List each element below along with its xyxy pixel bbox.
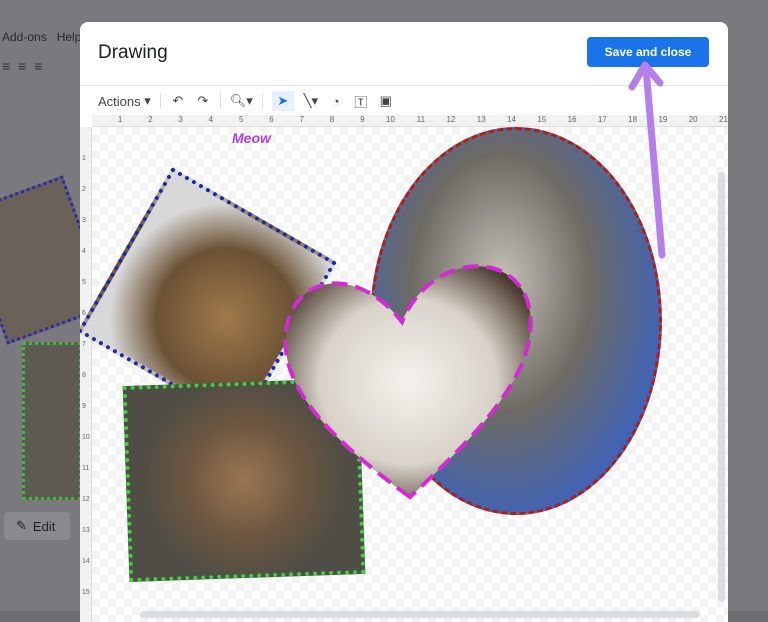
edit-drawing-button[interactable]: ✎ Edit xyxy=(4,512,70,540)
vertical-scrollbar[interactable] xyxy=(718,172,725,602)
background-drawing-shape xyxy=(22,342,82,500)
ruler-tick-label: 2 xyxy=(148,115,153,124)
undo-icon[interactable]: ↶ xyxy=(170,91,186,111)
ruler-tick-label: 8 xyxy=(329,115,335,124)
ruler-tick-label: 14 xyxy=(507,115,516,124)
redo-icon[interactable]: ↷ xyxy=(195,91,211,111)
ruler-tick-label: 7 xyxy=(299,115,304,124)
menu-help[interactable]: Help xyxy=(57,30,82,44)
ruler-tick-label: 7 xyxy=(82,341,86,348)
menu-add-ons[interactable]: Add-ons xyxy=(2,30,47,44)
ruler-tick-label: 17 xyxy=(597,115,607,124)
image-icon[interactable]: ▣ xyxy=(378,91,394,111)
horizontal-scrollbar[interactable] xyxy=(140,611,700,618)
vertical-ruler: 1 2 3 4 5 6 7 8 9 10 11 12 13 14 15 xyxy=(80,127,92,622)
divider xyxy=(219,93,221,109)
ruler-tick-label: 12 xyxy=(446,115,456,124)
line-icon[interactable]: ╲▾ xyxy=(303,91,319,111)
ruler-tick-label: 14 xyxy=(82,558,90,565)
edit-label: Edit xyxy=(32,518,56,534)
ruler-tick-label: 10 xyxy=(385,115,395,124)
background-align-tools: ≡ ≡ ≡ xyxy=(2,58,43,74)
ruler-tick-label: 8 xyxy=(82,372,86,379)
divider xyxy=(159,93,161,109)
ruler-tick-label: 1 xyxy=(82,155,86,162)
ruler-tick-label: 15 xyxy=(82,589,90,596)
ruler-tick-label: 21 xyxy=(719,115,728,124)
ruler-tick-label: 13 xyxy=(476,115,486,124)
background-menu: Add-ons Help xyxy=(2,30,81,44)
dialog-title: Drawing xyxy=(98,42,168,63)
ruler-tick-label: 13 xyxy=(82,527,90,534)
ruler-tick-label: 4 xyxy=(208,115,214,124)
align-left-icon[interactable]: ≡ xyxy=(2,58,10,74)
ruler-tick-label: 9 xyxy=(360,115,365,124)
pencil-icon: ✎ xyxy=(16,518,27,533)
ruler-tick-label: 10 xyxy=(82,434,90,441)
ruler-tick-label: 1 xyxy=(117,115,123,124)
ruler-tick-label: 4 xyxy=(82,248,86,255)
ruler-tick-label: 5 xyxy=(238,115,244,124)
ruler-tick-label: 3 xyxy=(82,217,86,224)
ruler-tick-label: 9 xyxy=(82,403,86,410)
zoom-icon[interactable]: 🔍︎▾ xyxy=(230,91,253,111)
ruler-tick-label: 5 xyxy=(82,279,86,286)
meow-text-box[interactable]: Meow xyxy=(232,130,271,146)
shape-icon[interactable]: ◔ xyxy=(328,91,344,111)
ruler-tick-label: 12 xyxy=(82,496,90,503)
select-icon[interactable]: ➤ xyxy=(271,91,294,111)
textbox-icon[interactable]: 🅃 xyxy=(353,91,369,111)
ruler-tick-label: 16 xyxy=(567,115,577,124)
divider xyxy=(261,93,263,109)
ruler-tick-label: 2 xyxy=(82,186,86,193)
ruler-tick-label: 6 xyxy=(269,115,274,124)
cat-image-heart[interactable] xyxy=(280,242,540,502)
ruler-tick-label: 11 xyxy=(82,465,90,472)
actions-label: Actions xyxy=(98,93,141,109)
ruler-tick-label: 15 xyxy=(537,115,547,124)
ruler-tick-label: 3 xyxy=(178,115,183,124)
ruler-tick-label: 11 xyxy=(416,115,426,124)
annotation-arrow-icon xyxy=(628,61,666,259)
align-right-icon[interactable]: ≡ xyxy=(34,58,42,74)
align-center-icon[interactable]: ≡ xyxy=(18,58,26,74)
actions-menu[interactable]: Actions ▾ xyxy=(98,91,151,111)
